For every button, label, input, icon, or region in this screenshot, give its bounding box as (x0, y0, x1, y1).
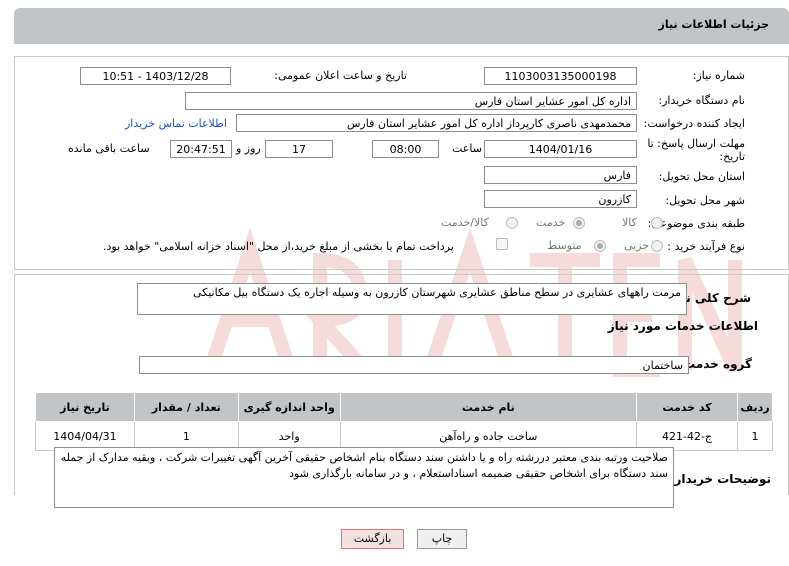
need-number-label: شماره نیاز: (692, 69, 745, 82)
treasury-payment-checkbox[interactable] (496, 238, 508, 250)
cell-row-number: 1 (736, 421, 774, 451)
buyer-notes-field: صلاحیت ورتبه بندی معتبر دررشته راه و یا … (54, 447, 674, 508)
category-option-service: خدمت (536, 216, 566, 229)
delivery-province-label: استان محل تحویل: (658, 170, 745, 183)
info-panel (14, 56, 789, 270)
service-group-label: گروه خدمت: (678, 357, 752, 371)
deadline-days-field: 17 (265, 140, 333, 158)
requester-label: ایجاد کننده درخواست: (643, 117, 745, 130)
col-unit: واحد اندازه گیری (237, 392, 341, 422)
buyer-org-field: اداره کل امور عشایر استان فارس (185, 92, 637, 110)
deadline-date-field: 1404/01/16 (484, 140, 637, 158)
print-button[interactable]: چاپ (417, 529, 467, 549)
page-header: جزئیات اطلاعات نیاز (14, 8, 789, 44)
requester-field: محمدمهدی ناصری کارپرداز اداره کل امور عش… (236, 114, 637, 132)
announce-datetime-field: 1403/12/28 - 10:51 (80, 67, 231, 85)
announce-datetime-label: تاریخ و ساعت اعلان عمومی: (274, 69, 407, 82)
treasury-payment-note: پرداخت تمام یا بخشی از مبلغ خرید،از محل … (103, 240, 454, 253)
need-number-field: 1103003135000198 (484, 67, 637, 85)
delivery-city-label: شهر محل تحویل: (665, 194, 745, 207)
category-option-goods: کالا (622, 216, 637, 229)
table-header-row: تاریخ نیاز تعداد / مقدار واحد اندازه گیر… (35, 392, 774, 422)
process-radio-minor[interactable] (651, 240, 663, 252)
col-service-name: نام خدمت (339, 392, 638, 422)
delivery-city-field: کازرون (484, 190, 637, 208)
deadline-label-line2: تاریخ: (719, 150, 745, 163)
col-service-code: کد خدمت (636, 392, 738, 422)
summary-field: مرمت راههای عشایری در سطح مناطق عشایری ش… (137, 283, 687, 315)
process-label: نوع فرآیند خرید : (667, 240, 745, 253)
deadline-days-label: روز و (236, 142, 261, 155)
category-radio-service[interactable] (573, 217, 585, 229)
delivery-province-field: فارس (484, 166, 637, 184)
buyer-contact-link[interactable]: اطلاعات تماس خریدار (125, 117, 227, 130)
service-group-field: ساختمان (139, 356, 689, 374)
buyer-notes-label: توضیحات خریدار: (669, 472, 771, 486)
remaining-time-field: 20:47:51 (170, 140, 232, 158)
col-need-date: تاریخ نیاز (35, 392, 135, 422)
process-option-minor: جزیی (624, 239, 650, 252)
col-row-number: ردیف (736, 392, 774, 422)
page-title: جزئیات اطلاعات نیاز (658, 18, 770, 31)
services-table: تاریخ نیاز تعداد / مقدار واحد اندازه گیر… (35, 392, 774, 451)
process-radio-medium[interactable] (594, 240, 606, 252)
buyer-org-label: نام دستگاه خریدار: (658, 94, 745, 107)
category-radio-goods-service[interactable] (506, 217, 518, 229)
services-section-title: اطلاعات خدمات مورد نیاز (607, 319, 758, 333)
col-quantity: تعداد / مقدار (133, 392, 239, 422)
process-option-medium: متوسط (547, 239, 582, 252)
back-button[interactable]: بازگشت (341, 529, 404, 549)
deadline-label-line1: مهلت ارسال پاسخ: تا (647, 137, 745, 150)
remaining-time-label: ساعت باقی مانده (68, 142, 150, 155)
category-radio-goods[interactable] (651, 217, 663, 229)
category-option-goods-service: کالا/خدمت (441, 216, 489, 229)
deadline-time-field: 08:00 (372, 140, 439, 158)
deadline-time-label: ساعت (452, 142, 482, 155)
